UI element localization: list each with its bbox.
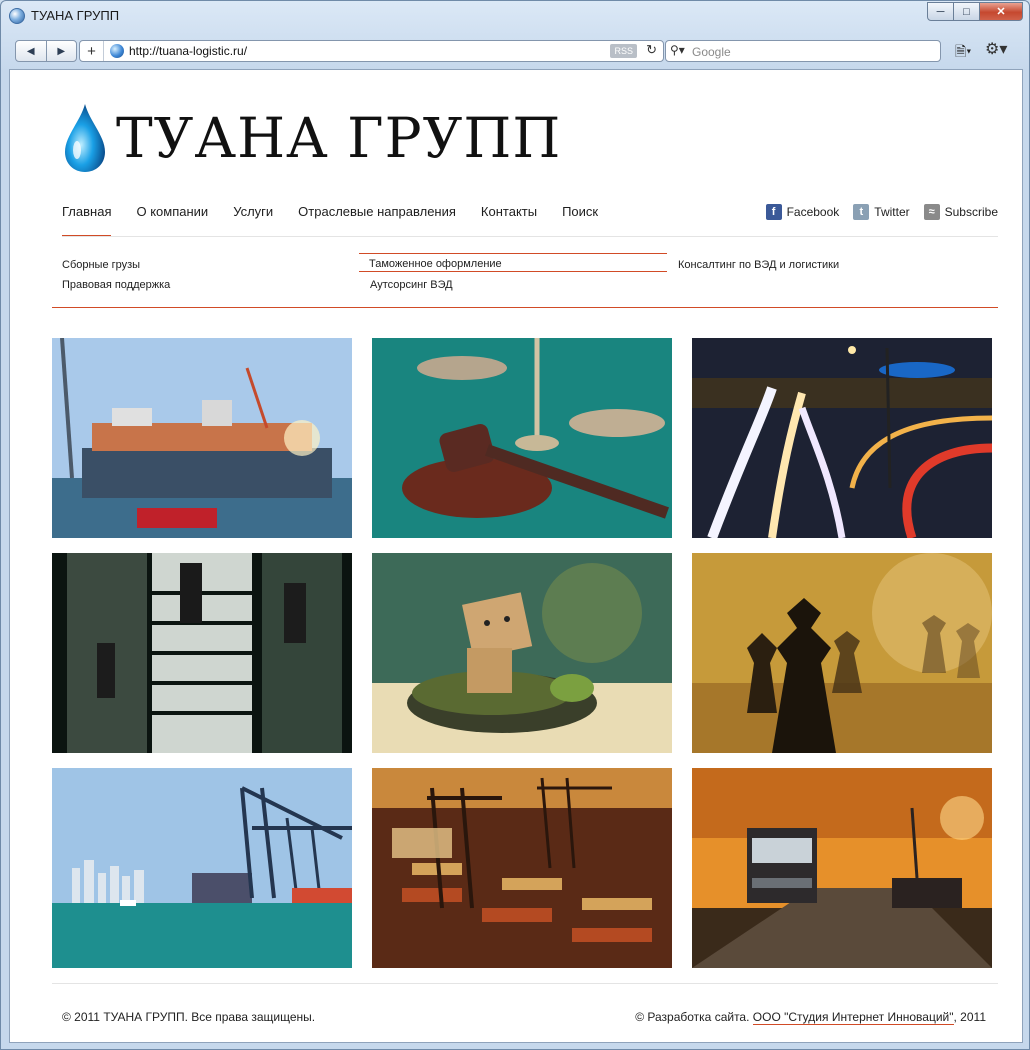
gallery-tile-highway[interactable]	[692, 338, 992, 538]
footer-divider	[52, 983, 998, 984]
nav-item-industries[interactable]: Отраслевые направления	[298, 204, 456, 219]
port-cranes-photo	[52, 768, 352, 968]
subnav-item-customs[interactable]: Таможенное оформление	[359, 253, 667, 272]
history-buttons: ◀ ▶	[15, 40, 77, 62]
nav-item-about[interactable]: О компании	[136, 204, 208, 219]
search-input[interactable]: Google	[692, 45, 731, 59]
back-button[interactable]: ◀	[16, 41, 46, 61]
main-navigation: Главная О компании Услуги Отраслевые нап…	[62, 204, 623, 236]
subnav-divider	[52, 307, 998, 308]
copyright-text: © 2011 ТУАНА ГРУПП. Все права защищены.	[62, 1010, 316, 1024]
page-viewport: ТУАНА ГРУПП Главная О компании Услуги От…	[9, 69, 1023, 1043]
globe-icon	[110, 44, 124, 58]
search-box[interactable]: ⚲▾ Google	[665, 40, 941, 62]
logo-text: ТУАНА ГРУПП	[116, 106, 562, 170]
subnav-item-groupage[interactable]: Сборные грузы	[62, 259, 140, 271]
rss-icon: ≈	[923, 204, 940, 220]
gallery-tile-box-robot[interactable]	[372, 553, 672, 753]
developer-credit-suffix: , 2011	[953, 1010, 986, 1024]
maximize-button[interactable]: □	[953, 2, 980, 21]
subnav-item-outsourcing[interactable]: Аутсорсинг ВЭД	[370, 279, 453, 291]
address-bar[interactable]: + http://tuana-logistic.ru/ RSS ↻	[79, 40, 664, 62]
back-arrow-icon: ◀	[26, 45, 35, 57]
rss-badge[interactable]: RSS	[610, 44, 637, 58]
social-label: Subscribe	[944, 205, 998, 219]
water-drop-icon	[65, 104, 105, 172]
browser-app-icon	[9, 8, 25, 24]
container-ship-photo	[52, 338, 352, 538]
gallery-tile-port[interactable]	[52, 768, 352, 968]
gallery-tile-escalators[interactable]	[52, 553, 352, 753]
forward-button[interactable]: ▶	[45, 41, 77, 61]
new-tab-button[interactable]: +	[80, 41, 104, 61]
nav-item-search[interactable]: Поиск	[562, 204, 598, 219]
truck-pier-photo	[692, 768, 992, 968]
gallery-tile-terminal[interactable]	[372, 768, 672, 968]
reload-icon[interactable]: ↻	[646, 42, 657, 58]
social-link-facebook[interactable]: f Facebook	[765, 204, 840, 220]
developer-credit-prefix: © Разработка сайта.	[635, 1010, 753, 1024]
chess-pieces-photo	[692, 553, 992, 753]
gallery-tile-gavel[interactable]	[372, 338, 672, 538]
window-controls: ─ □ ✕	[927, 2, 1023, 21]
highway-night-photo	[692, 338, 992, 538]
url-text[interactable]: http://tuana-logistic.ru/	[129, 44, 247, 58]
subnav-item-consulting[interactable]: Консалтинг по ВЭД и логистики	[678, 259, 839, 271]
browser-toolbar: ◀ ▶ + http://tuana-logistic.ru/ RSS ↻ ⚲▾…	[9, 37, 1023, 67]
social-links: f Facebook t Twitter ≈ Subscribe	[752, 204, 998, 220]
nav-item-services[interactable]: Услуги	[233, 204, 273, 219]
facebook-icon: f	[765, 204, 782, 220]
developer-link[interactable]: ООО "Студия Интернет Инноваций"	[752, 1010, 954, 1025]
social-link-subscribe[interactable]: ≈ Subscribe	[923, 204, 998, 220]
browser-window: ТУАНА ГРУПП ─ □ ✕ ◀ ▶ + http://tuana-log…	[0, 0, 1030, 1050]
title-bar: ТУАНА ГРУПП ─ □ ✕	[1, 1, 1029, 31]
container-terminal-photo	[372, 768, 672, 968]
gallery-tile-chess[interactable]	[692, 553, 992, 753]
escalators-photo	[52, 553, 352, 753]
close-button[interactable]: ✕	[979, 2, 1023, 21]
minimize-button[interactable]: ─	[927, 2, 954, 21]
social-label: Twitter	[874, 205, 910, 219]
box-robot-turtle-photo	[372, 553, 672, 753]
gallery-tile-container-ship[interactable]	[52, 338, 352, 538]
gallery-tile-truck[interactable]	[692, 768, 992, 968]
nav-divider	[62, 236, 998, 237]
site-logo[interactable]: ТУАНА ГРУПП	[62, 100, 561, 176]
developer-credit: © Разработка сайта. ООО "Студия Интернет…	[635, 1010, 986, 1025]
nav-item-contacts[interactable]: Контакты	[481, 204, 537, 219]
subnav-item-legal[interactable]: Правовая поддержка	[62, 279, 170, 291]
twitter-icon: t	[853, 204, 870, 220]
forward-arrow-icon: ▶	[57, 45, 66, 57]
social-link-twitter[interactable]: t Twitter	[853, 204, 910, 220]
social-label: Facebook	[786, 205, 840, 219]
nav-item-home[interactable]: Главная	[62, 204, 112, 236]
window-title: ТУАНА ГРУПП	[31, 8, 120, 23]
judge-gavel-photo	[372, 338, 672, 538]
settings-gear-icon[interactable]: ⚙▾	[985, 39, 1007, 59]
sub-navigation: Сборные грузы Таможенное оформление Конс…	[62, 253, 998, 297]
search-icon[interactable]: ⚲▾	[670, 43, 685, 57]
page-menu-icon[interactable]: 🗎▾	[955, 41, 971, 65]
